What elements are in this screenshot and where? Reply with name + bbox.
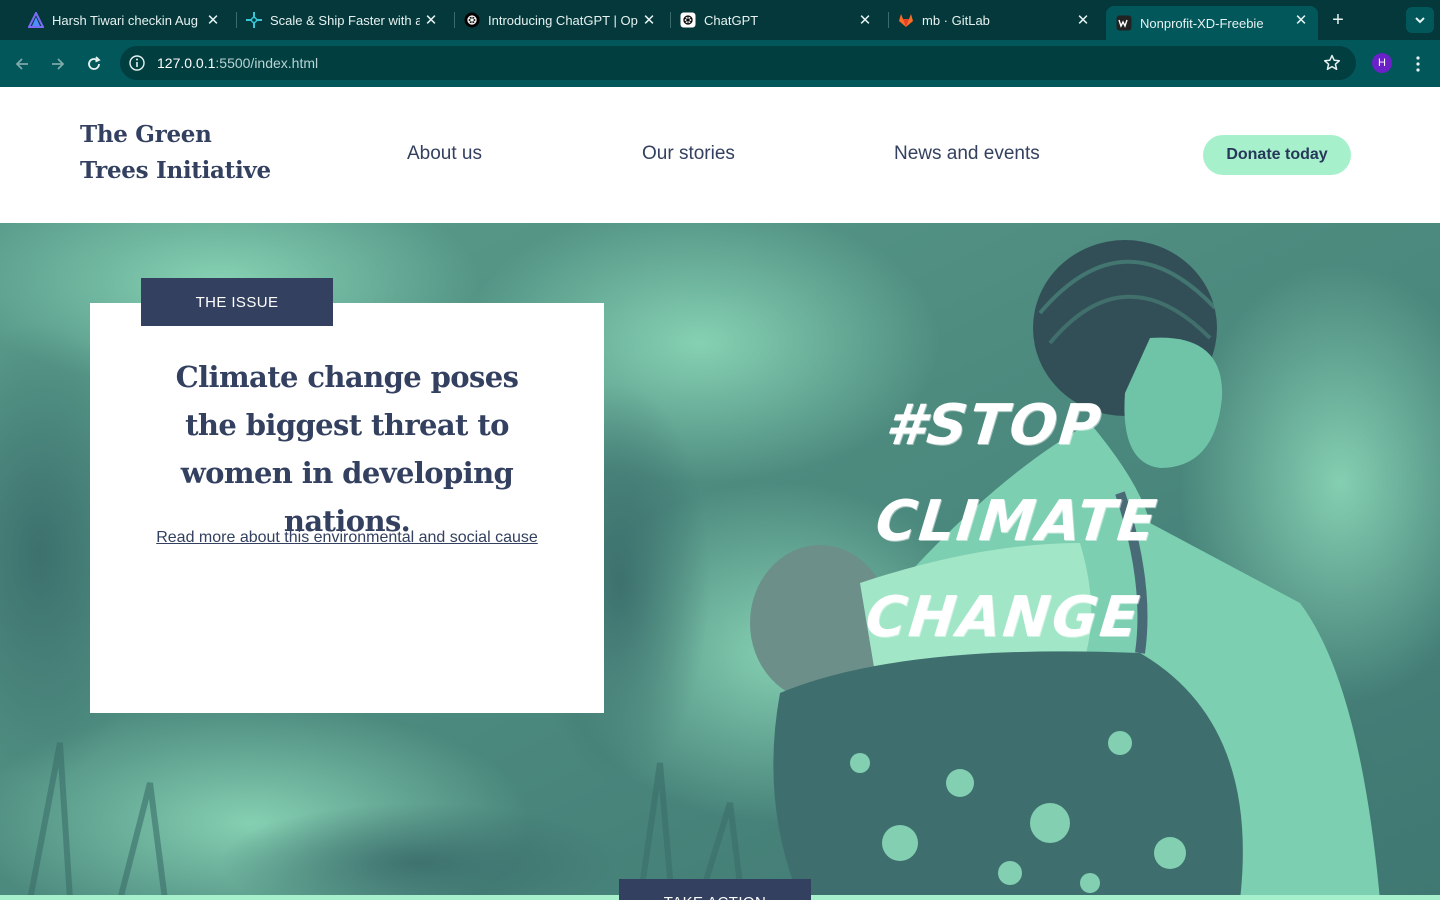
hashtag-line-2: CLIMATE [872, 489, 1162, 554]
hashtag-line-1: #STOP [882, 393, 1106, 458]
nav-link-our-stories[interactable]: Our stories [642, 143, 735, 165]
browser-tab-strip: Harsh Tiwari checkin Aug ✕ Scale & Ship … [0, 0, 1440, 40]
site-logo-icon [1116, 15, 1132, 31]
browser-tab[interactable]: mb · GitLab ✕ [870, 6, 1100, 34]
close-tab-icon[interactable]: ✕ [1292, 11, 1310, 29]
browser-menu-icon[interactable] [1408, 52, 1428, 76]
site-header: The Green Trees Initiative About us Our … [0, 87, 1440, 223]
site-logo[interactable]: The Green Trees Initiative [80, 117, 280, 189]
hashtag-line-3: CHANGE [862, 585, 1144, 650]
tab-title: Scale & Ship Faster with a [270, 12, 420, 28]
tab-title: Nonprofit-XD-Freebie [1140, 15, 1264, 31]
logo-line-2: Trees Initiative [80, 157, 271, 184]
profile-avatar[interactable]: H [1372, 53, 1392, 73]
issue-headline: Climate change poses the biggest threat … [175, 360, 519, 538]
nav-link-news-and-events[interactable]: News and events [894, 143, 1040, 165]
hero-section: Climate change poses the biggest threat … [0, 223, 1440, 900]
triangle-logo-icon [28, 12, 44, 28]
reload-icon[interactable] [82, 52, 106, 76]
tab-title: mb · GitLab [922, 12, 990, 28]
close-tab-icon[interactable]: ✕ [1074, 11, 1092, 29]
browser-tab[interactable]: Introducing ChatGPT | Op ✕ [436, 6, 666, 34]
forward-arrow-icon[interactable] [46, 52, 70, 76]
browser-toolbar: 127.0.0.1:5500/index.html H [0, 40, 1440, 87]
bookmark-star-icon[interactable] [1322, 53, 1342, 73]
url-text[interactable]: 127.0.0.1:5500/index.html [157, 55, 318, 71]
take-action-tag: TAKE ACTION [619, 879, 811, 900]
tab-title: Harsh Tiwari checkin Aug [52, 12, 198, 28]
tab-title: Introducing ChatGPT | Op [488, 12, 638, 28]
read-more-link[interactable]: Read more about this environmental and s… [90, 529, 604, 547]
browser-tab[interactable]: Scale & Ship Faster with a ✕ [218, 6, 448, 34]
openai-logo-icon [680, 12, 696, 28]
issue-card: Climate change poses the biggest threat … [90, 303, 604, 713]
browser-tab[interactable]: ChatGPT ✕ [652, 6, 882, 34]
nav-link-about-us[interactable]: About us [407, 143, 482, 165]
donate-today-button[interactable]: Donate today [1203, 135, 1351, 175]
the-issue-tag: THE ISSUE [141, 278, 333, 326]
browser-tab[interactable]: Harsh Tiwari checkin Aug ✕ [0, 6, 230, 34]
url-path: :5500/index.html [215, 55, 319, 71]
sparkle-logo-icon [246, 12, 262, 28]
site-info-icon[interactable] [128, 54, 146, 72]
tab-search-chevron-icon[interactable] [1406, 7, 1434, 33]
tab-title: ChatGPT [704, 12, 759, 28]
openai-logo-icon [464, 12, 480, 28]
new-tab-icon[interactable]: + [1326, 9, 1350, 31]
browser-tab-active[interactable]: Nonprofit-XD-Freebie ✕ [1106, 6, 1318, 40]
address-bar[interactable]: 127.0.0.1:5500/index.html [120, 46, 1356, 80]
stop-climate-change-hashtag: #STOP CLIMATE CHANGE [861, 378, 1251, 666]
url-host: 127.0.0.1 [157, 55, 216, 71]
gitlab-logo-icon [898, 12, 914, 28]
logo-line-1: The Green [80, 121, 212, 148]
back-arrow-icon[interactable] [10, 52, 34, 76]
